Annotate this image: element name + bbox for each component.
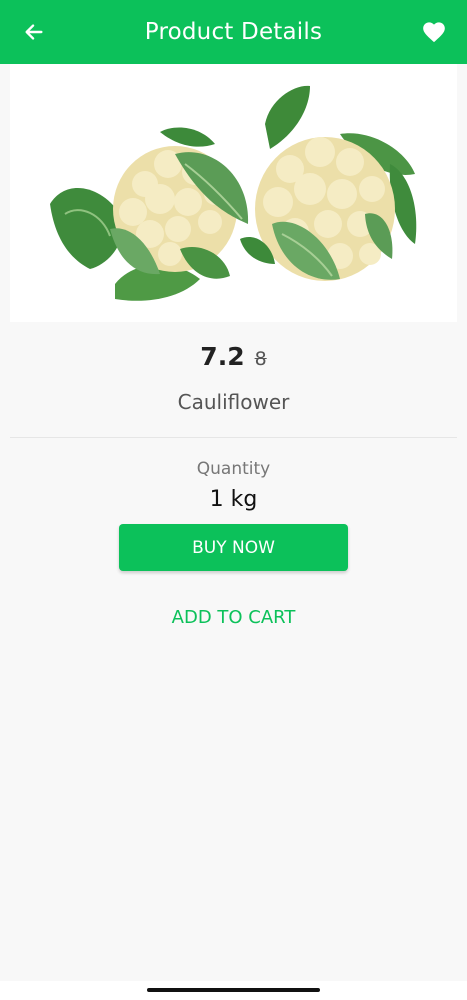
current-price: 7.2 bbox=[200, 342, 245, 371]
quantity-value: 1 kg bbox=[209, 487, 258, 512]
original-price: 8 bbox=[254, 348, 267, 370]
divider bbox=[10, 437, 457, 438]
cauliflower-illustration bbox=[50, 85, 417, 301]
add-to-cart-button[interactable]: ADD TO CART bbox=[119, 600, 348, 634]
app-bar: Product Details bbox=[0, 0, 467, 64]
quantity-label: Quantity bbox=[196, 459, 271, 479]
heart-icon bbox=[423, 22, 445, 43]
back-button[interactable] bbox=[20, 18, 48, 46]
buy-now-button[interactable]: BUY NOW bbox=[119, 524, 348, 571]
product-name: Cauliflower bbox=[177, 390, 290, 414]
page-title: Product Details bbox=[144, 19, 323, 45]
price-row: 7.2 8 bbox=[0, 342, 467, 382]
arrow-left-icon bbox=[25, 24, 43, 40]
product-image bbox=[10, 64, 457, 322]
favorite-button[interactable] bbox=[419, 16, 449, 46]
home-indicator[interactable] bbox=[147, 988, 320, 992]
